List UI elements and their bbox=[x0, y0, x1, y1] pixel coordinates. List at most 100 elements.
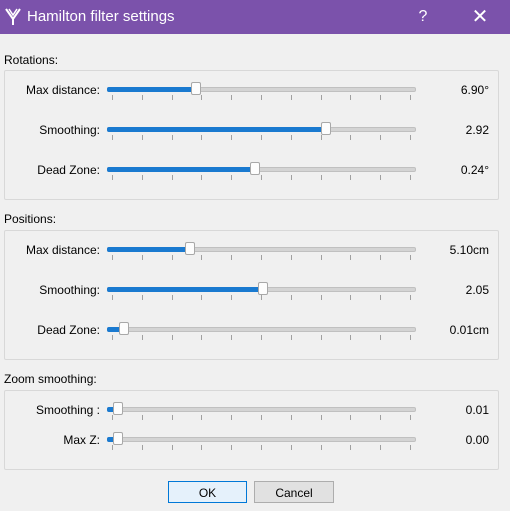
positions-max-distance-slider[interactable] bbox=[107, 241, 416, 261]
slider-ticks bbox=[107, 95, 416, 100]
positions-smoothing-value: 2.05 bbox=[465, 283, 489, 297]
positions-smoothing-slider[interactable] bbox=[107, 281, 416, 301]
slider-track bbox=[107, 407, 416, 412]
zoom-smoothing-label: Smoothing : bbox=[35, 403, 100, 417]
slider-tick bbox=[380, 135, 381, 140]
slider-tick bbox=[261, 295, 262, 300]
slider-tick bbox=[321, 335, 322, 340]
slider-tick bbox=[231, 295, 232, 300]
slider-ticks bbox=[107, 295, 416, 300]
slider-tick bbox=[291, 415, 292, 420]
slider-ticks bbox=[107, 445, 416, 450]
slider-tick bbox=[380, 255, 381, 260]
rotations-max-distance-value: 6.90° bbox=[460, 83, 489, 97]
slider-tick bbox=[231, 415, 232, 420]
slider-tick bbox=[231, 335, 232, 340]
positions-smoothing-label: Smoothing: bbox=[39, 283, 100, 297]
slider-tick bbox=[291, 445, 292, 450]
slider-fill bbox=[107, 287, 263, 292]
cancel-button[interactable]: Cancel bbox=[254, 481, 334, 503]
slider-tick bbox=[321, 255, 322, 260]
slider-tick bbox=[142, 415, 143, 420]
slider-tick bbox=[321, 175, 322, 180]
slider-fill bbox=[107, 127, 326, 132]
slider-fill bbox=[107, 247, 190, 252]
zoom-max-z-slider[interactable] bbox=[107, 431, 416, 451]
slider-handle[interactable] bbox=[321, 122, 331, 135]
slider-tick bbox=[380, 445, 381, 450]
slider-tick bbox=[261, 415, 262, 420]
positions-dead-zone-value: 0.01cm bbox=[449, 323, 489, 337]
positions-dead-zone-label: Dead Zone: bbox=[37, 323, 100, 337]
rotations-max-distance-slider[interactable] bbox=[107, 81, 416, 101]
slider-tick bbox=[201, 175, 202, 180]
slider-tick bbox=[112, 445, 113, 450]
slider-handle[interactable] bbox=[185, 242, 195, 255]
slider-tick bbox=[172, 335, 173, 340]
slider-handle[interactable] bbox=[119, 322, 129, 335]
slider-handle[interactable] bbox=[113, 402, 123, 415]
slider-tick bbox=[201, 255, 202, 260]
slider-tick bbox=[112, 95, 113, 100]
slider-tick bbox=[410, 175, 411, 180]
slider-tick bbox=[142, 135, 143, 140]
slider-tick bbox=[261, 95, 262, 100]
slider-track bbox=[107, 327, 416, 332]
zoom-max-z-label: Max Z: bbox=[63, 433, 100, 447]
slider-ticks bbox=[107, 135, 416, 140]
slider-tick bbox=[261, 335, 262, 340]
slider-tick bbox=[201, 415, 202, 420]
zoom-smoothing-slider[interactable] bbox=[107, 401, 416, 421]
slider-tick bbox=[380, 295, 381, 300]
zoom-smoothing-value: 0.01 bbox=[465, 403, 489, 417]
slider-tick bbox=[112, 175, 113, 180]
slider-tick bbox=[291, 255, 292, 260]
slider-tick bbox=[261, 135, 262, 140]
slider-tick bbox=[321, 135, 322, 140]
slider-tick bbox=[231, 255, 232, 260]
title-bar: Hamilton filter settings ? ✕ bbox=[0, 0, 510, 34]
slider-tick bbox=[112, 135, 113, 140]
positions-dead-zone-slider[interactable] bbox=[107, 321, 416, 341]
ok-button[interactable]: OK bbox=[168, 481, 247, 503]
slider-handle[interactable] bbox=[113, 432, 123, 445]
positions-max-distance-value: 5.10cm bbox=[449, 243, 489, 257]
slider-tick bbox=[321, 95, 322, 100]
slider-tick bbox=[410, 445, 411, 450]
rotations-dead-zone-slider[interactable] bbox=[107, 161, 416, 181]
slider-tick bbox=[172, 415, 173, 420]
close-button[interactable]: ✕ bbox=[468, 4, 492, 30]
slider-tick bbox=[380, 335, 381, 340]
slider-tick bbox=[142, 445, 143, 450]
slider-tick bbox=[410, 135, 411, 140]
slider-handle[interactable] bbox=[250, 162, 260, 175]
slider-ticks bbox=[107, 415, 416, 420]
slider-fill bbox=[107, 87, 196, 92]
slider-tick bbox=[291, 335, 292, 340]
slider-tick bbox=[321, 445, 322, 450]
slider-handle[interactable] bbox=[191, 82, 201, 95]
slider-tick bbox=[172, 135, 173, 140]
slider-track bbox=[107, 437, 416, 442]
slider-tick bbox=[350, 295, 351, 300]
slider-tick bbox=[410, 95, 411, 100]
slider-tick bbox=[231, 445, 232, 450]
slider-tick bbox=[231, 95, 232, 100]
slider-tick bbox=[321, 295, 322, 300]
slider-tick bbox=[231, 135, 232, 140]
slider-ticks bbox=[107, 175, 416, 180]
slider-tick bbox=[112, 255, 113, 260]
help-button[interactable]: ? bbox=[412, 4, 434, 30]
slider-tick bbox=[321, 415, 322, 420]
zoom-max-z-value: 0.00 bbox=[465, 433, 489, 447]
slider-tick bbox=[142, 335, 143, 340]
rotations-smoothing-slider[interactable] bbox=[107, 121, 416, 141]
slider-tick bbox=[142, 175, 143, 180]
slider-tick bbox=[261, 255, 262, 260]
slider-tick bbox=[112, 335, 113, 340]
slider-tick bbox=[201, 135, 202, 140]
slider-tick bbox=[291, 295, 292, 300]
slider-handle[interactable] bbox=[258, 282, 268, 295]
slider-tick bbox=[142, 295, 143, 300]
slider-tick bbox=[350, 445, 351, 450]
